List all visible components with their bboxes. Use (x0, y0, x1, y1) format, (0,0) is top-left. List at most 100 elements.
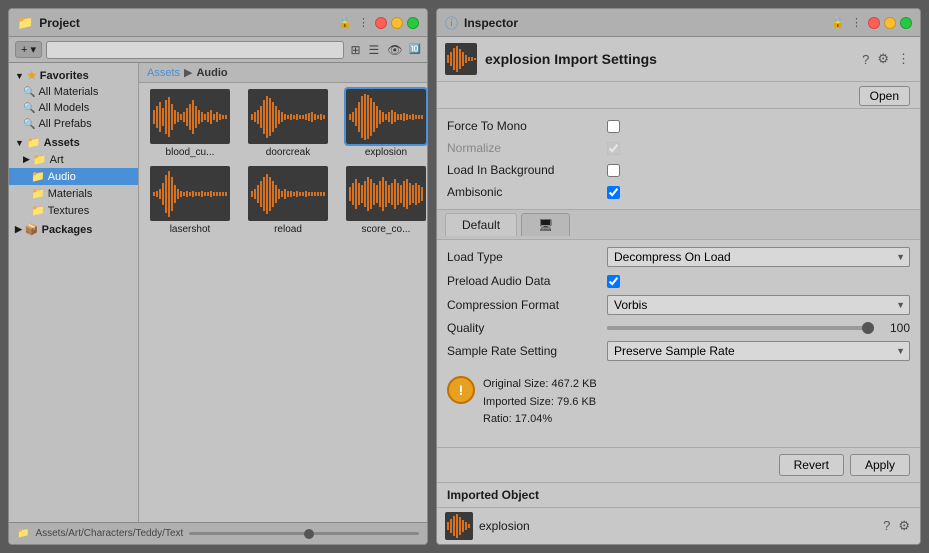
close-button[interactable] (375, 17, 387, 29)
sidebar-favorites[interactable]: ▼ ★ Favorites (9, 67, 138, 84)
maximize-button[interactable] (900, 17, 912, 29)
original-size-label: Original Size: (483, 378, 548, 390)
waveform-icon (347, 169, 425, 219)
compression-format-select[interactable]: Vorbis PCM ADPCM MP3 (607, 295, 910, 315)
sidebar-item-audio[interactable]: 📁 Audio (9, 168, 138, 185)
sidebar-item-textures[interactable]: 📁 Textures (9, 202, 138, 219)
breadcrumb-separator: ▶ (184, 66, 192, 79)
revert-button[interactable]: Revert (779, 454, 844, 476)
maximize-button[interactable] (407, 17, 419, 29)
folder-icon: 📁 (17, 15, 33, 31)
list-item[interactable]: doorcreak (243, 89, 333, 158)
normalize-label: Normalize (447, 141, 607, 155)
load-in-background-label: Load In Background (447, 163, 607, 177)
overflow-icon-button[interactable]: ⋮ (895, 51, 912, 67)
asset-thumb (346, 166, 426, 221)
filter-icon[interactable]: ⊞ (348, 43, 362, 57)
quality-slider[interactable] (607, 326, 874, 330)
star-icon: ★ (27, 69, 37, 82)
chevron-right-icon: ▶ (23, 154, 30, 165)
imported-object-section: Imported Object (437, 482, 920, 544)
waveform-icon (151, 169, 229, 219)
waveform-icon (151, 92, 229, 142)
original-size-value: 467.2 KB (551, 378, 596, 390)
sidebar-item-all-prefabs[interactable]: 🔍 All Prefabs (9, 116, 138, 132)
help-icon-button[interactable]: ? (881, 518, 892, 534)
asset-thumb (248, 166, 328, 221)
main-settings: Force To Mono Normalize Load In Backgrou… (437, 109, 920, 210)
asset-grid-container: blood_cu... (139, 83, 427, 522)
asset-thumb (346, 89, 426, 144)
packages-section: ▶ 📦 Packages (9, 221, 138, 238)
folder-icon: 📁 (31, 187, 45, 200)
asset-name: explosion (365, 147, 407, 158)
lock-icon[interactable]: 🔒 (831, 16, 845, 29)
ambisonic-checkbox[interactable] (607, 186, 620, 199)
normalize-checkbox[interactable] (607, 142, 620, 155)
quality-value: 100 (874, 321, 910, 335)
folder-icon: 📦 (25, 223, 39, 236)
search-input[interactable] (46, 41, 344, 59)
imported-size-value: 79.6 KB (557, 396, 596, 408)
load-type-select[interactable]: Decompress On Load Compressed In Memory … (607, 247, 910, 267)
breadcrumb-root[interactable]: Assets (147, 67, 180, 79)
project-title: Project (39, 16, 332, 30)
ratio-label: Ratio: (483, 413, 512, 425)
normalize-row: Normalize (447, 137, 910, 159)
close-button[interactable] (868, 17, 880, 29)
asset-thumb (150, 166, 230, 221)
project-titlebar: 📁 Project 🔒 ⋮ (9, 9, 427, 37)
import-header: explosion Import Settings ? ⚙ ⋮ (437, 37, 920, 82)
sidebar-packages[interactable]: ▶ 📦 Packages (9, 221, 138, 238)
sidebar-item-materials[interactable]: 📁 Materials (9, 185, 138, 202)
compression-format-row: Compression Format Vorbis PCM ADPCM MP3 … (447, 292, 910, 318)
visibility-icon[interactable]: 👁 (385, 43, 404, 57)
force-to-mono-checkbox[interactable] (607, 120, 620, 133)
info-text: Original Size: 467.2 KB Imported Size: 7… (483, 376, 597, 429)
sidebar-assets[interactable]: ▼ 📁 Assets (9, 134, 138, 151)
folder-icon-small: 📁 (17, 528, 29, 539)
platform-tab-bar: Default 🖥 (437, 210, 920, 240)
load-in-background-checkbox[interactable] (607, 164, 620, 177)
preload-audio-checkbox[interactable] (607, 275, 620, 288)
tab-default[interactable]: Default (445, 213, 517, 236)
menu-dots-icon[interactable]: ⋮ (358, 16, 369, 29)
imported-object-row: explosion ? ⚙ (437, 508, 920, 544)
tab-monitor[interactable]: 🖥 (521, 213, 570, 236)
sample-rate-select[interactable]: Preserve Sample Rate Optimize Sample Rat… (607, 341, 910, 361)
add-button[interactable]: + ▾ (15, 41, 42, 58)
list-item[interactable]: blood_cu... (145, 89, 235, 158)
zoom-slider[interactable] (189, 532, 419, 535)
help-icon-button[interactable]: ? (860, 52, 871, 67)
load-type-dropdown-wrapper: Decompress On Load Compressed In Memory … (607, 247, 910, 267)
list-item[interactable]: score_co... (341, 166, 427, 235)
waveform-icon (347, 92, 425, 142)
list-item[interactable]: explosion (341, 89, 427, 158)
apply-button[interactable]: Apply (850, 454, 910, 476)
chevron-down-icon: ▼ (15, 71, 24, 81)
menu-dots-icon[interactable]: ⋮ (851, 16, 862, 29)
import-header-icons: ? ⚙ ⋮ (860, 51, 912, 67)
sidebar-item-all-materials[interactable]: 🔍 All Materials (9, 84, 138, 100)
gear-icon-button[interactable]: ⚙ (896, 518, 912, 534)
info-section: ! Original Size: 467.2 KB Imported Size:… (437, 368, 920, 437)
asset-name: doorcreak (266, 147, 310, 158)
minimize-button[interactable] (884, 17, 896, 29)
sidebar-item-all-models[interactable]: 🔍 All Models (9, 100, 138, 116)
lock-icon[interactable]: 🔒 (338, 16, 352, 29)
folder-icon: 📁 (33, 153, 47, 166)
project-body: ▼ ★ Favorites 🔍 All Materials 🔍 All Mode… (9, 63, 427, 522)
minimize-button[interactable] (391, 17, 403, 29)
folder-icon: 📁 (31, 204, 45, 217)
force-to-mono-row: Force To Mono (447, 115, 910, 137)
sidebar-item-art[interactable]: ▶ 📁 Art (9, 151, 138, 168)
open-button[interactable]: Open (859, 86, 910, 106)
traffic-lights (868, 17, 912, 29)
list-item[interactable]: reload (243, 166, 333, 235)
view-icon[interactable]: ☰ (367, 43, 382, 57)
load-type-label: Load Type (447, 250, 607, 264)
list-item[interactable]: lasershot (145, 166, 235, 235)
settings-icon-button[interactable]: ⚙ (875, 51, 891, 67)
open-button-row: Open (437, 82, 920, 109)
subsettings: Load Type Decompress On Load Compressed … (437, 240, 920, 368)
